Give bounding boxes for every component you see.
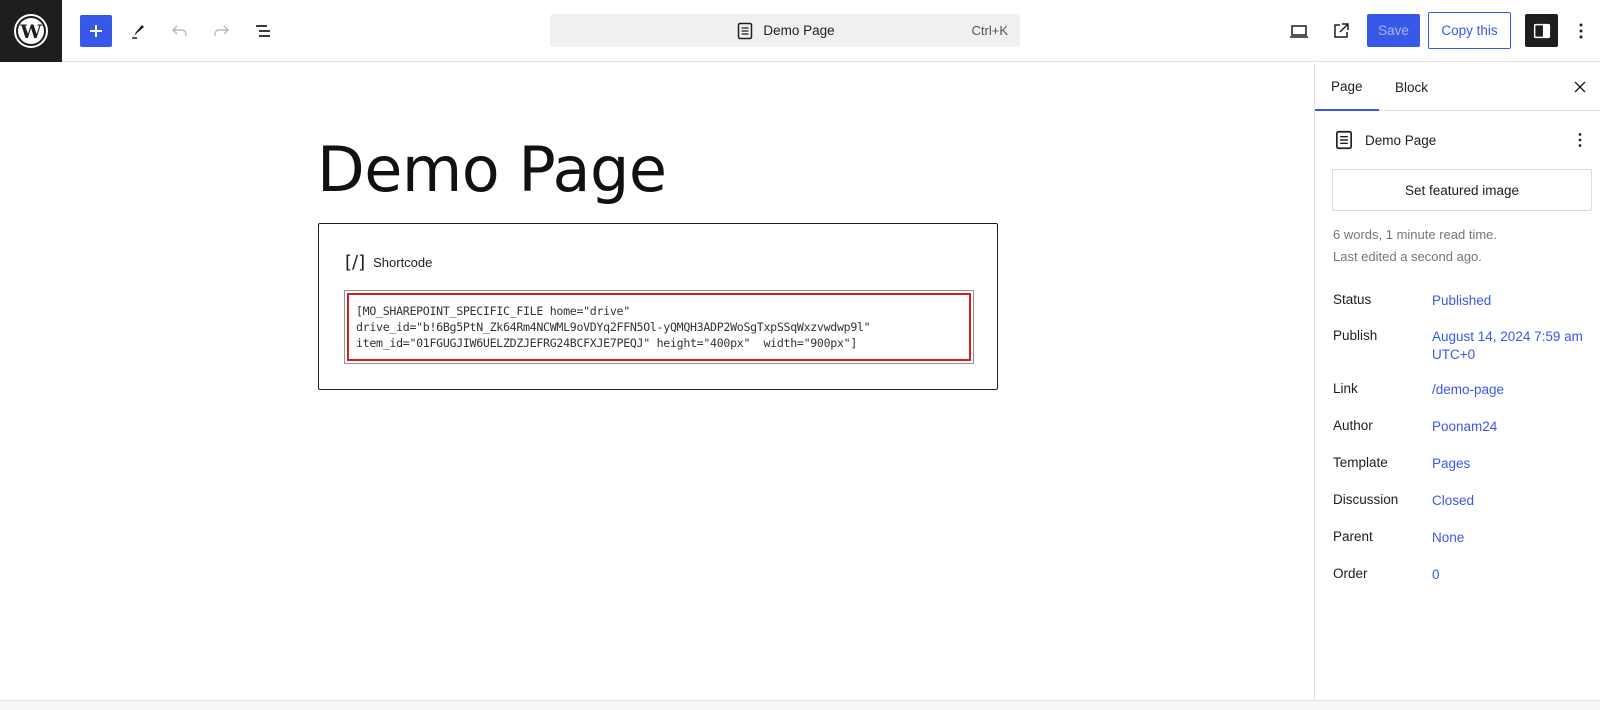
settings-toggle-button[interactable]: [1525, 14, 1558, 47]
editor-toolbar: W Demo Page Ctrl+K Save Copy this: [0, 0, 1600, 62]
pencil-icon: [132, 25, 144, 39]
property-label: Parent: [1333, 529, 1373, 544]
editor-canvas: Demo Page [/] Shortcode [MO_SHAREPOINT_S…: [0, 63, 1314, 700]
redo-button[interactable]: [205, 15, 237, 47]
document-title: Demo Page: [1365, 132, 1437, 148]
shortcode-textarea[interactable]: [MO_SHAREPOINT_SPECIFIC_FILE home="drive…: [344, 290, 974, 364]
property-label: Order: [1333, 566, 1368, 581]
property-label: Author: [1333, 418, 1373, 433]
discussion-link[interactable]: Closed: [1432, 492, 1592, 510]
tab-page[interactable]: Page: [1315, 63, 1379, 111]
external-view-icon: [1334, 23, 1349, 38]
view-page-button[interactable]: [1325, 15, 1357, 47]
desktop-preview-icon: [1290, 25, 1308, 38]
save-button[interactable]: Save: [1367, 14, 1420, 47]
undo-button[interactable]: [164, 15, 196, 47]
shortcode-label-text: Shortcode: [373, 255, 433, 270]
order-link[interactable]: 0: [1432, 566, 1592, 584]
add-block-button[interactable]: [80, 15, 112, 47]
bottom-bar: [0, 700, 1600, 710]
plus-icon: [90, 25, 102, 37]
preview-button[interactable]: [1283, 15, 1315, 47]
close-sidebar-button[interactable]: [1568, 75, 1592, 99]
list-view-button[interactable]: [248, 15, 280, 47]
list-view-icon: [256, 25, 270, 37]
sidebar-tabs: Page Block: [1315, 63, 1600, 111]
options-menu-button[interactable]: [1565, 15, 1597, 47]
word-count: 6 words, 1 minute read time.: [1333, 227, 1498, 242]
kebab-menu-icon: [1578, 133, 1582, 147]
command-bar-title: Demo Page: [763, 23, 835, 38]
document-actions-button[interactable]: [1569, 129, 1591, 154]
property-label: Link: [1333, 381, 1358, 396]
property-label: Status: [1333, 292, 1372, 307]
property-label: Discussion: [1333, 492, 1399, 507]
redo-icon: [214, 25, 230, 36]
settings-panel-icon: [1533, 23, 1550, 38]
wordpress-logo-icon: W: [14, 14, 48, 48]
document-summary: Demo Page: [1333, 129, 1593, 151]
command-palette-bar[interactable]: Demo Page Ctrl+K: [550, 14, 1020, 47]
shortcode-icon: [/]: [345, 252, 366, 273]
property-label: Publish: [1333, 328, 1378, 343]
publish-date-link[interactable]: August 14, 2024 7:59 am UTC+0: [1432, 328, 1592, 364]
shortcode-block[interactable]: [/] Shortcode [MO_SHAREPOINT_SPECIFIC_FI…: [318, 223, 998, 390]
page-document-icon: [1336, 130, 1352, 150]
kebab-menu-icon: [1579, 23, 1583, 39]
copy-this-button[interactable]: Copy this: [1428, 12, 1511, 49]
author-link[interactable]: Poonam24: [1432, 418, 1592, 436]
parent-link[interactable]: None: [1432, 529, 1592, 547]
page-document-icon: [738, 22, 753, 39]
template-link[interactable]: Pages: [1432, 455, 1592, 473]
keyboard-shortcut: Ctrl+K: [971, 23, 1008, 38]
close-icon: [1574, 81, 1586, 93]
status-link[interactable]: Published: [1432, 292, 1592, 310]
settings-sidebar: Page Block Demo Page Set featured image …: [1314, 63, 1600, 700]
last-edited: Last edited a second ago.: [1333, 249, 1482, 264]
permalink-link[interactable]: /demo-page: [1432, 381, 1592, 399]
property-label: Template: [1333, 455, 1388, 470]
tools-button[interactable]: [122, 15, 154, 47]
shortcode-content[interactable]: [MO_SHAREPOINT_SPECIFIC_FILE home="drive…: [347, 293, 971, 361]
set-featured-image-button[interactable]: Set featured image: [1332, 169, 1592, 211]
page-title[interactable]: Demo Page: [317, 133, 667, 206]
tab-block[interactable]: Block: [1379, 63, 1444, 111]
wordpress-logo-button[interactable]: W: [0, 0, 62, 62]
undo-icon: [171, 25, 187, 36]
svg-text:W: W: [19, 21, 42, 43]
shortcode-block-label: [/] Shortcode: [345, 252, 432, 273]
